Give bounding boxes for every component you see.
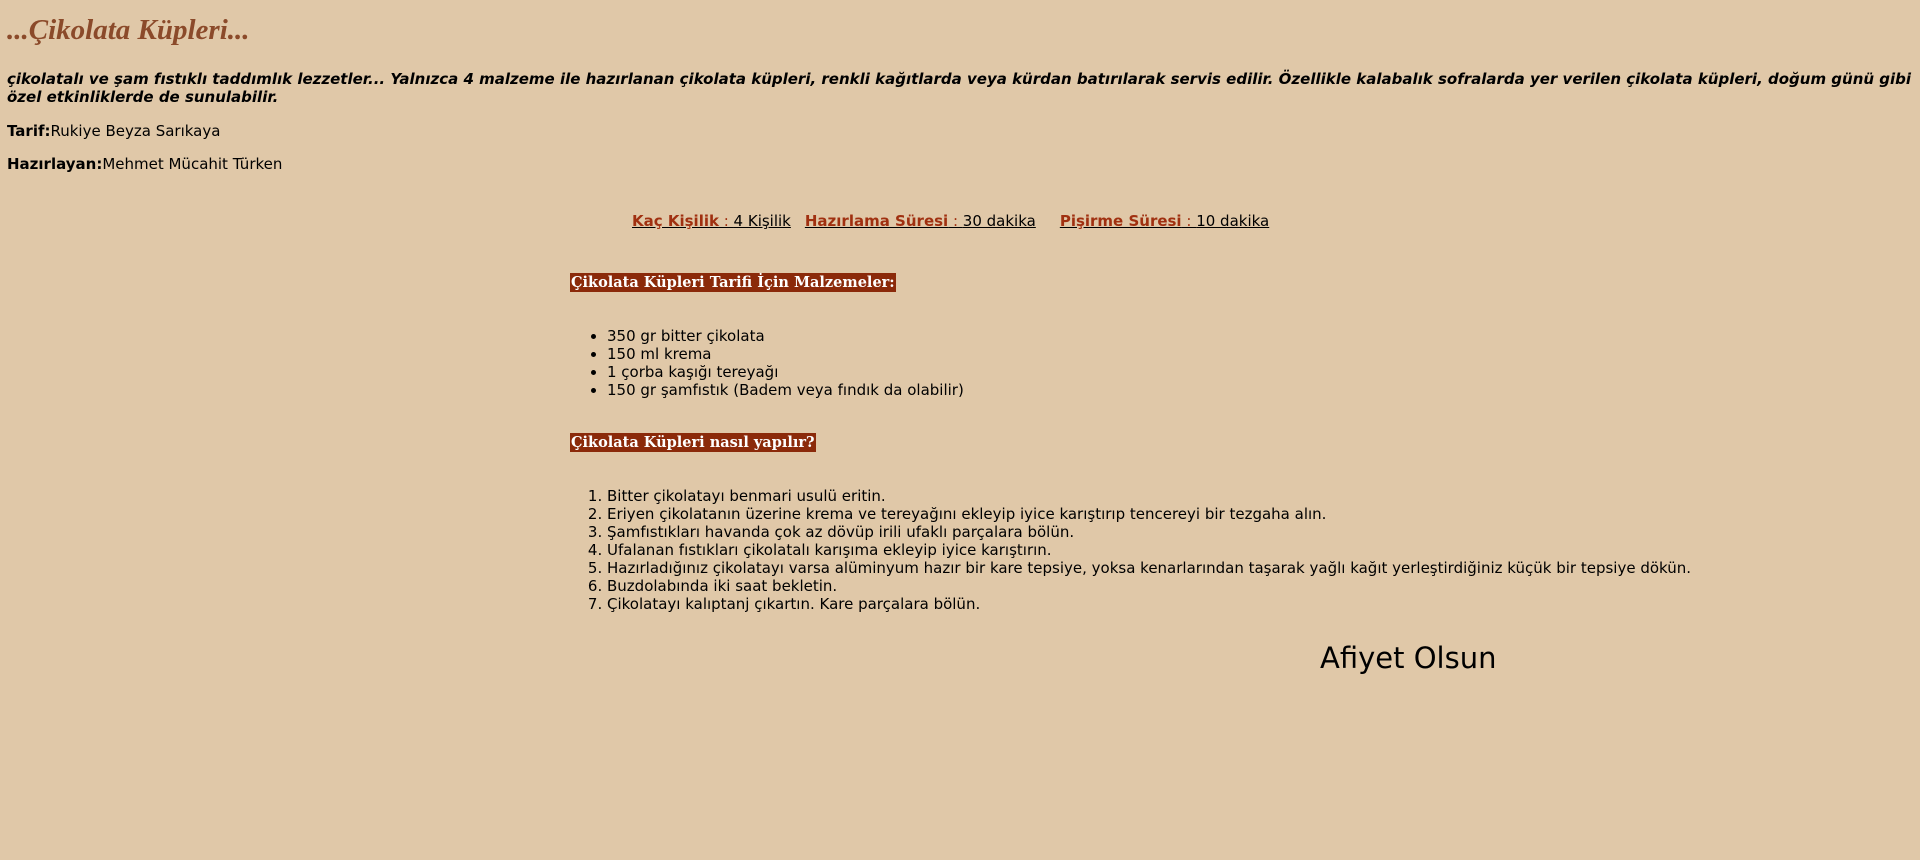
list-item: Çikolatayı kalıptanj çıkartın. Kare parç… — [607, 595, 1691, 613]
info-cook-time-key: Pişirme Süresi — [1059, 212, 1182, 230]
list-item: Ufalanan fıstıkları çikolatalı karışıma … — [607, 541, 1691, 559]
recipe-author-label: Tarif: — [7, 122, 51, 140]
list-item: 350 gr bitter çikolata — [607, 327, 964, 345]
list-item: 150 ml krema — [607, 345, 964, 363]
info-prep-time-key: Hazırlama Süresi — [804, 212, 949, 230]
list-item: 150 gr şamfıstık (Badem veya fındık da o… — [607, 381, 964, 399]
steps-list: Bitter çikolatayı benmari usulü eritin. … — [607, 487, 1691, 613]
recipe-author-value: Rukiye Beyza Sarıkaya — [50, 122, 221, 140]
list-item: Bitter çikolatayı benmari usulü eritin. — [607, 487, 1691, 505]
info-cook-time-value: 10 dakika — [1196, 212, 1270, 230]
list-item: Hazırladığınız çikolatayı varsa alüminyu… — [607, 559, 1691, 577]
page-title: ...Çikolata Küpleri... — [7, 14, 250, 46]
recipe-page: ...Çikolata Küpleri... çikolatalı ve şam… — [0, 0, 1920, 860]
info-servings-value: 4 Kişilik — [733, 212, 791, 230]
ingredients-heading: Çikolata Küpleri Tarifi İçin Malzemeler: — [570, 273, 896, 292]
info-servings: Kaç Kişilik : 4 Kişilik — [632, 212, 791, 230]
recipe-preparer-label: Hazırlayan: — [7, 155, 103, 173]
list-item: Şamfıstıkları havanda çok az dövüp irili… — [607, 523, 1691, 541]
list-item: Eriyen çikolatanın üzerine krema ve tere… — [607, 505, 1691, 523]
recipe-preparer-value: Mehmet Mücahit Türken — [102, 155, 283, 173]
closing-text: Afiyet Olsun — [1320, 641, 1497, 675]
recipe-info-bar: Kaç Kişilik : 4 Kişilik Hazırlama Süresi … — [632, 212, 1269, 230]
recipe-author: Tarif:Rukiye Beyza Sarıkaya — [7, 122, 220, 140]
info-prep-time: Hazırlama Süresi : 30 dakika — [804, 212, 1036, 230]
steps-heading: Çikolata Küpleri nasıl yapılır? — [570, 433, 816, 452]
list-item: 1 çorba kaşığı tereyağı — [607, 363, 964, 381]
info-prep-time-value: 30 dakika — [962, 212, 1036, 230]
info-servings-key: Kaç Kişilik — [632, 212, 719, 230]
ingredients-list: 350 gr bitter çikolata 150 ml krema 1 ço… — [607, 327, 964, 399]
info-cook-time: Pişirme Süresi : 10 dakika — [1059, 212, 1270, 230]
recipe-preparer: Hazırlayan:Mehmet Mücahit Türken — [7, 155, 282, 173]
recipe-intro: çikolatalı ve şam fıstıklı taddımlık lez… — [7, 70, 1912, 106]
list-item: Buzdolabında iki saat bekletin. — [607, 577, 1691, 595]
